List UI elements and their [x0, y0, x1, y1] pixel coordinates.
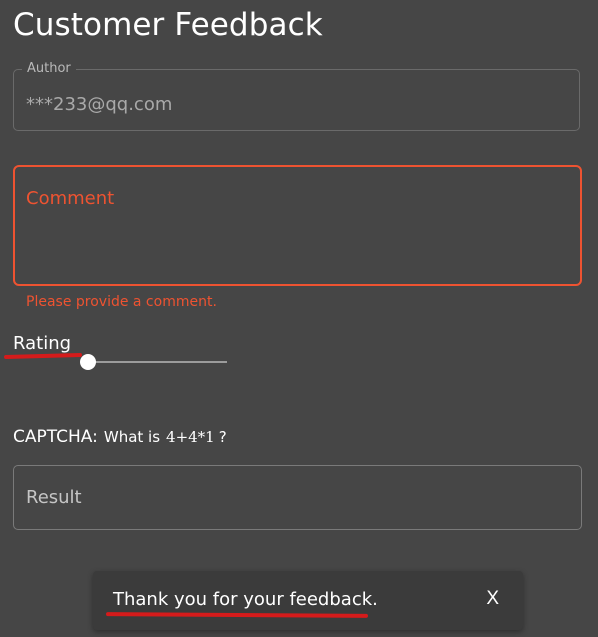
captcha-question-mark: ? — [218, 428, 227, 446]
rating-annotation-underline — [3, 352, 83, 360]
rating-label: Rating — [13, 333, 72, 354]
rating-slider-rail[interactable] — [85, 361, 227, 363]
rating-slider[interactable] — [80, 350, 230, 374]
snackbar-close-button[interactable]: X — [486, 586, 499, 612]
page-title: Customer Feedback — [13, 7, 323, 43]
comment-error-text: Please provide a comment. — [26, 294, 217, 310]
author-field[interactable]: Author ***233@qq.com — [13, 61, 580, 131]
result-placeholder: Result — [26, 487, 82, 508]
captcha-row: CAPTCHA: What is 4+4*1? — [13, 426, 227, 448]
rating-slider-thumb[interactable] — [80, 354, 96, 370]
author-value[interactable]: ***233@qq.com — [26, 94, 172, 116]
captcha-question: What is — [103, 428, 161, 446]
result-field[interactable]: Result — [13, 465, 582, 530]
snackbar-message: Thank you for your feedback. — [113, 589, 378, 610]
author-label: Author — [22, 61, 76, 77]
captcha-label: CAPTCHA: — [13, 427, 98, 447]
snackbar: Thank you for your feedback. X — [93, 571, 523, 630]
comment-placeholder: Comment — [26, 188, 115, 209]
comment-field[interactable]: Comment — [13, 165, 582, 286]
captcha-expression: 4+4*1 — [166, 428, 215, 446]
